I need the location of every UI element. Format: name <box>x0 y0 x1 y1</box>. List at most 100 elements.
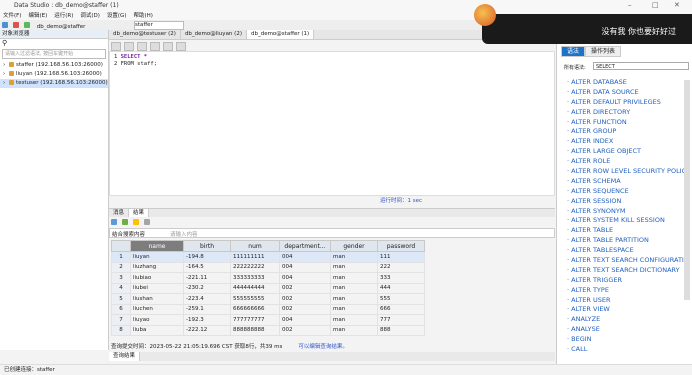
keyword-item[interactable]: · CALL <box>567 345 689 355</box>
filter-label[interactable]: 结合搜索内容 <box>112 230 145 238</box>
editable-result-link[interactable]: 可以编辑查询结果。 <box>298 344 348 350</box>
object-filter-input[interactable]: 请输入过滤语法, 按回车键开始 <box>2 49 106 59</box>
query-status-text: 查询提交时间：2023-05-22 21:05:19.696 CST 获取8行，… <box>111 344 283 350</box>
keyword-item[interactable]: · ALTER SYNONYM <box>567 207 689 217</box>
keyword-item[interactable]: · ALTER INDEX <box>567 137 689 147</box>
column-header[interactable]: num <box>230 240 280 252</box>
code-area[interactable]: 1 SELECT * 2 FROM staff; <box>114 54 157 68</box>
search-icon[interactable]: ⚲ <box>0 39 108 47</box>
keyword-item[interactable]: · ALTER SESSION <box>567 197 689 207</box>
keyword-item[interactable]: · ALTER DIRECTORY <box>567 108 689 118</box>
menu-file[interactable]: 文件(F) <box>3 13 21 19</box>
keyword-item[interactable]: · ALTER TABLESPACE <box>567 246 689 256</box>
stop-button[interactable] <box>124 42 134 51</box>
keyword-item[interactable]: · ALTER TEXT SEARCH CONFIGURATIC <box>567 256 689 266</box>
keyword-item[interactable]: · ALTER SYSTEM KILL SESSION <box>567 216 689 226</box>
status-bar: 已创建连接：staffer <box>0 364 692 374</box>
execute-button[interactable] <box>111 42 121 51</box>
edit-icon[interactable] <box>132 219 139 225</box>
overlay-text: 没有我 你也要好好过 <box>601 27 676 36</box>
table-row[interactable]: 4 liubei -230.2 444444444 002 man 444 <box>111 282 425 294</box>
menu-edit[interactable]: 编辑(E) <box>28 13 47 19</box>
database-icon <box>8 62 14 67</box>
column-header[interactable]: birth <box>183 240 231 252</box>
syntax-label: 所有语法: <box>564 65 586 71</box>
table-row[interactable]: 6 liuchen -259.1 666666666 002 man 666 <box>111 303 425 315</box>
column-header[interactable]: password <box>377 240 425 252</box>
bottom-tabs: 查询结果 <box>109 352 555 361</box>
table-row[interactable]: 3 liubiao -221.11 333333333 004 man 333 <box>111 272 425 284</box>
menu-settings[interactable]: 设置(G) <box>107 13 127 19</box>
syntax-select[interactable]: SELECT <box>593 62 689 70</box>
keyword-item[interactable]: · ALTER ROW LEVEL SECURITY POLICY <box>567 167 689 177</box>
keyword-item[interactable]: · ALTER TABLE <box>567 226 689 236</box>
keyword-item[interactable]: · ALTER SEQUENCE <box>567 187 689 197</box>
keyword-item[interactable]: · ALTER LARGE OBJECT <box>567 147 689 157</box>
rollback-button[interactable] <box>150 42 160 51</box>
keyword-item[interactable]: · ALTER DATABASE <box>567 78 689 88</box>
sql-line-2: FROM staff; <box>120 61 158 67</box>
minimize-button[interactable]: – <box>628 1 632 9</box>
window-title: Data Studio : db_demo@staffer (1) <box>14 2 119 9</box>
menu-run[interactable]: 运行(R) <box>54 13 73 19</box>
tab-testuser[interactable]: db_demo@testuser (2) <box>109 30 181 39</box>
column-header[interactable]: department... <box>279 240 331 252</box>
sql-editor[interactable]: 1 SELECT * 2 FROM staff; <box>109 51 555 196</box>
result-grid: name birth num department... gender pass… <box>111 240 425 336</box>
format-button[interactable] <box>163 42 173 51</box>
close-button[interactable]: ✕ <box>674 1 680 9</box>
refresh-icon[interactable] <box>23 22 30 28</box>
menu-help[interactable]: 帮助(H) <box>133 13 152 19</box>
keyword-item[interactable]: · ALTER TYPE <box>567 286 689 296</box>
tab-liuyan[interactable]: db_demo@liuyan (2) <box>181 30 247 39</box>
table-row[interactable]: 8 liuba -222.12 888888888 002 man 888 <box>111 324 425 336</box>
table-row[interactable]: 5 liushan -223.4 555555555 002 man 555 <box>111 293 425 305</box>
column-header[interactable]: gender <box>330 240 378 252</box>
menu-debug[interactable]: 调试(D) <box>80 13 100 19</box>
tree-item-liuyan[interactable]: › liuyan (192.168.56.103:26000) <box>0 70 108 79</box>
result-filter[interactable]: 结合搜索内容 请输入内容 <box>109 228 555 238</box>
comment-button[interactable] <box>176 42 186 51</box>
tab-query-results[interactable]: 查询结果 <box>109 352 141 361</box>
search-results-icon[interactable] <box>143 219 150 225</box>
tab-operation-list[interactable]: 操作列表 <box>585 46 622 57</box>
user-dropdown[interactable]: staffer <box>134 21 184 30</box>
database-icon <box>8 80 14 85</box>
commit-button[interactable] <box>137 42 147 51</box>
tree-item-testuser[interactable]: › testuser (192.168.56.103:26000) <box>0 79 108 88</box>
keyword-item[interactable]: · ALTER TRIGGER <box>567 276 689 286</box>
new-connection-icon[interactable] <box>2 22 8 28</box>
table-row[interactable]: 1 liuyan -194.8 111111111 004 man 111 <box>111 251 425 263</box>
sql-line-1: SELECT * <box>120 54 148 60</box>
tab-staffer[interactable]: db_demo@staffer (1) <box>246 30 315 39</box>
keyword-item[interactable]: · ALTER USER <box>567 296 689 306</box>
keyword-item[interactable]: · ALTER SCHEMA <box>567 177 689 187</box>
table-row[interactable]: 2 liuzhang -164.5 222222222 004 man 222 <box>111 261 425 273</box>
keyword-item[interactable]: · BEGIN <box>567 335 689 345</box>
syntax-panel: 语法 操作列表 所有语法: SELECT · ALTER DATABASE · AL… <box>556 30 692 364</box>
keyword-item[interactable]: · ALTER DEFAULT PRIVILEGES <box>567 98 689 108</box>
tab-syntax[interactable]: 语法 <box>561 46 586 57</box>
scrollbar[interactable] <box>684 80 690 300</box>
object-browser-header: 对象浏览器 <box>0 30 108 39</box>
copy-icon[interactable] <box>121 219 128 225</box>
result-toolbar <box>109 217 555 227</box>
keyword-item[interactable]: · ANALYZE <box>567 315 689 325</box>
keyword-item[interactable]: · ALTER VIEW <box>567 305 689 315</box>
keyword-item[interactable]: · ALTER ROLE <box>567 157 689 167</box>
export-icon[interactable] <box>111 219 117 225</box>
keyword-item[interactable]: · ALTER DATA SOURCE <box>567 88 689 98</box>
disconnect-icon[interactable] <box>12 22 19 28</box>
keyword-item[interactable]: · ALTER TABLE PARTITION <box>567 236 689 246</box>
table-row[interactable]: 7 liuyao -192.3 777777777 004 man 777 <box>111 314 425 326</box>
keyword-item[interactable]: · ANALYSE <box>567 325 689 335</box>
keyword-item[interactable]: · ALTER FUNCTION <box>567 118 689 128</box>
maximize-button[interactable]: □ <box>652 1 659 9</box>
run-time: 运行时间：1 sec <box>380 198 423 204</box>
database-icon <box>8 71 14 76</box>
keyword-item[interactable]: · ALTER GROUP <box>567 127 689 137</box>
keyword-item[interactable]: · ALTER TEXT SEARCH DICTIONARY <box>567 266 689 276</box>
tree-item-staffer[interactable]: › staffer (192.168.56.103:26000) <box>0 61 108 70</box>
filter-input[interactable]: 请输入内容 <box>170 230 198 238</box>
column-header[interactable]: name <box>130 240 184 252</box>
